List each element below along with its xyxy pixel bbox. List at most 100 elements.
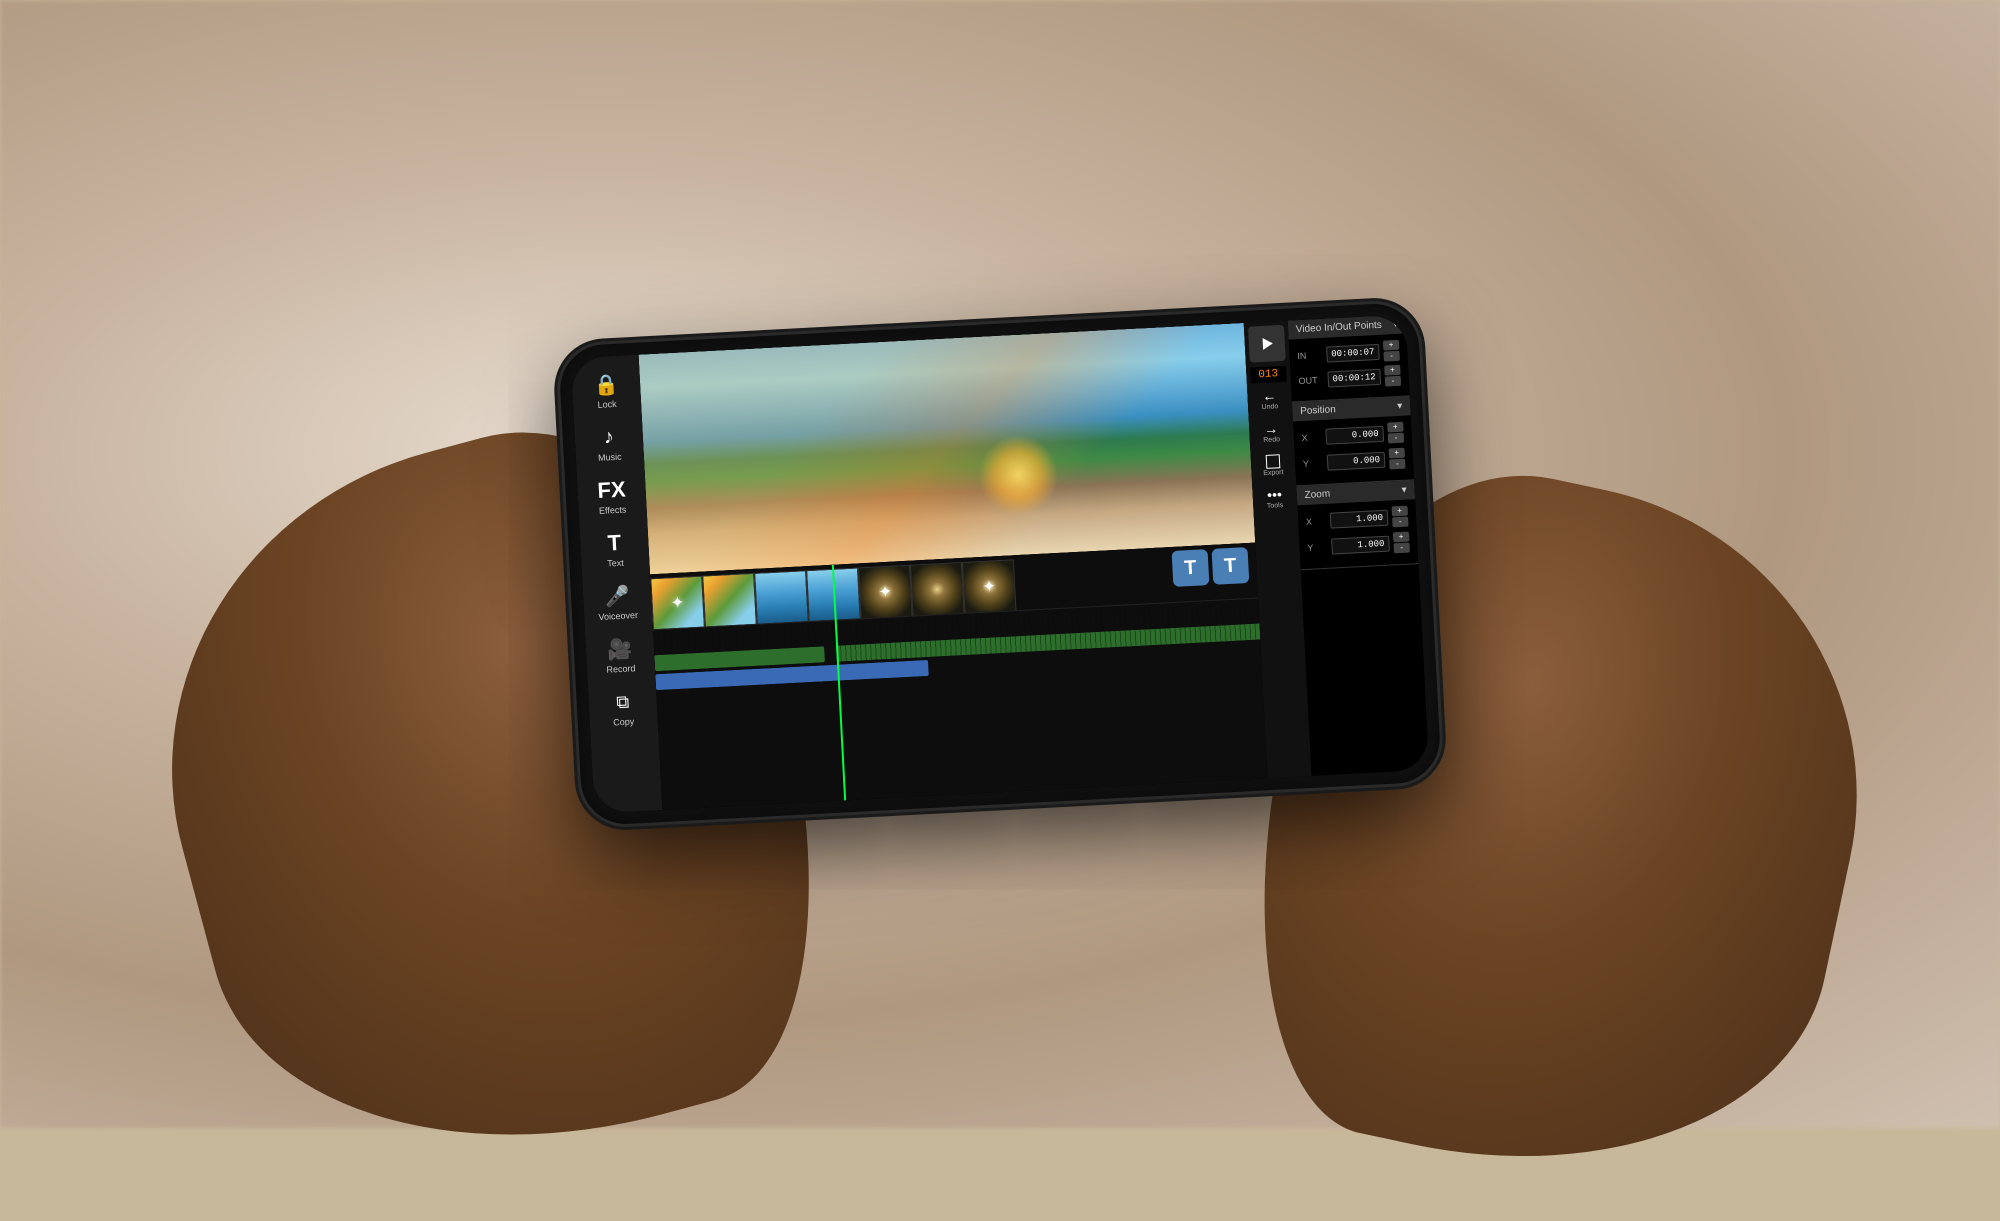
- pos-y-btn-group: + -: [1388, 448, 1405, 470]
- thumb-beach: ✦: [650, 576, 705, 631]
- in-label: IN: [1297, 349, 1322, 360]
- sidebar-item-lock[interactable]: 🔒 Lock: [571, 363, 642, 417]
- pos-y-increment-btn[interactable]: +: [1388, 448, 1405, 459]
- out-increment-btn[interactable]: +: [1384, 365, 1401, 376]
- undo-label: Undo: [1261, 403, 1278, 411]
- sparkle-2: ✦: [878, 582, 892, 603]
- thumb-bokeh-3: ✦: [962, 559, 1017, 614]
- sparkle-3: ✦: [982, 576, 996, 597]
- zoom-x-decrement-btn[interactable]: -: [1392, 517, 1409, 528]
- phone-screen: 🔒 Lock ♪ Music FX Effects T Text 🎤 Voice…: [571, 314, 1430, 813]
- zoom-content: X 1.000 + - Y 1.000 + -: [1297, 499, 1418, 569]
- properties-panel: Video In/Out Points IN 00:00:07 + -: [1287, 314, 1429, 776]
- zoom-chevron: [1401, 485, 1407, 496]
- export-button[interactable]: Export: [1254, 449, 1292, 483]
- pos-x-decrement-btn[interactable]: -: [1388, 433, 1405, 444]
- position-chevron: [1397, 401, 1403, 412]
- in-out-section: Video In/Out Points IN 00:00:07 + -: [1287, 314, 1409, 402]
- in-value[interactable]: 00:00:07: [1326, 343, 1380, 362]
- thumb-bokeh: ✦: [858, 565, 913, 620]
- thumb-sky: [754, 570, 809, 625]
- record-icon: 🎥: [605, 634, 634, 663]
- zoom-y-value[interactable]: 1.000: [1331, 535, 1390, 554]
- in-increment-btn[interactable]: +: [1383, 340, 1400, 351]
- play-button[interactable]: [1248, 325, 1286, 363]
- position-content: X 0.000 + - Y 0.000 + -: [1293, 415, 1414, 485]
- zoom-y-row: Y 1.000 + -: [1307, 532, 1410, 558]
- in-btn-group: + -: [1383, 340, 1400, 362]
- zoom-y-label: Y: [1307, 541, 1327, 552]
- position-y-row: Y 0.000 + -: [1302, 448, 1405, 474]
- thumb-bokeh-2: [910, 562, 965, 617]
- sidebar-item-text[interactable]: T Text: [579, 521, 650, 575]
- redo-label: Redo: [1263, 436, 1280, 444]
- in-out-title: Video In/Out Points: [1296, 320, 1382, 335]
- undo-icon: ←: [1262, 388, 1277, 403]
- tools-icon: •••: [1267, 487, 1282, 502]
- out-value[interactable]: 00:00:12: [1327, 368, 1381, 387]
- tools-button[interactable]: ••• Tools: [1256, 482, 1294, 516]
- thumb-beach-2: [702, 573, 757, 628]
- text-overlay-btn-1[interactable]: T: [1171, 549, 1209, 587]
- sidebar-label-copy: Copy: [613, 716, 635, 727]
- in-out-chevron: [1393, 319, 1399, 330]
- in-row: IN 00:00:07 + -: [1297, 340, 1400, 366]
- out-label: OUT: [1298, 374, 1323, 385]
- text-overlay-buttons: T T: [1171, 547, 1249, 587]
- zoom-x-label: X: [1306, 515, 1326, 526]
- zoom-title: Zoom: [1304, 489, 1330, 501]
- text-overlay-btn-2[interactable]: T: [1211, 547, 1249, 585]
- play-icon: [1262, 337, 1273, 350]
- out-decrement-btn[interactable]: -: [1385, 376, 1402, 387]
- sidebar-item-effects[interactable]: FX Effects: [577, 468, 648, 522]
- voiceover-icon: 🎤: [602, 581, 631, 610]
- undo-button[interactable]: ← Undo: [1251, 383, 1289, 417]
- zoom-x-row: X 1.000 + -: [1305, 506, 1408, 532]
- out-btn-group: + -: [1384, 365, 1401, 387]
- video-overlay: [639, 323, 1255, 574]
- sidebar-label-record: Record: [606, 663, 635, 675]
- video-preview: [639, 323, 1255, 574]
- main-content: ✦ ✦ ✦: [639, 323, 1268, 810]
- sidebar-item-voiceover[interactable]: 🎤 Voiceover: [582, 574, 653, 628]
- pos-y-decrement-btn[interactable]: -: [1389, 459, 1406, 470]
- right-section: 013 ← Undo → Redo Export •: [1243, 314, 1429, 778]
- sidebar-item-record[interactable]: 🎥 Record: [585, 627, 656, 681]
- zoom-section: Zoom X 1.000 + - Y: [1296, 480, 1418, 570]
- copy-icon: ⧉: [608, 687, 637, 716]
- redo-icon: →: [1264, 421, 1279, 436]
- position-x-row: X 0.000 + -: [1301, 422, 1404, 448]
- position-x-label: X: [1301, 432, 1321, 443]
- zoom-y-btn-group: + -: [1393, 532, 1410, 554]
- redo-button[interactable]: → Redo: [1252, 416, 1290, 450]
- music-icon: ♪: [594, 423, 623, 452]
- zoom-x-value[interactable]: 1.000: [1330, 509, 1389, 528]
- pos-x-btn-group: + -: [1387, 422, 1404, 444]
- sidebar-label-voiceover: Voiceover: [598, 610, 638, 622]
- in-out-content: IN 00:00:07 + - OUT 00:00:12 +: [1288, 333, 1409, 401]
- text-icon: T: [600, 528, 629, 557]
- position-y-label: Y: [1303, 457, 1323, 468]
- sidebar-label-lock: Lock: [597, 399, 617, 410]
- zoom-x-btn-group: + -: [1392, 506, 1409, 528]
- zoom-x-increment-btn[interactable]: +: [1392, 506, 1409, 517]
- sparkle-1: ✦: [670, 593, 684, 614]
- in-decrement-btn[interactable]: -: [1383, 351, 1400, 362]
- fx-icon: FX: [597, 476, 626, 505]
- sidebar-label-music: Music: [598, 452, 622, 463]
- sidebar-item-music[interactable]: ♪ Music: [574, 416, 645, 470]
- phone-device: 🔒 Lock ♪ Music FX Effects T Text 🎤 Voice…: [558, 302, 1442, 826]
- zoom-y-increment-btn[interactable]: +: [1393, 532, 1410, 543]
- tools-label: Tools: [1267, 502, 1284, 510]
- timeline: ✦ ✦ ✦: [650, 543, 1267, 810]
- zoom-y-decrement-btn[interactable]: -: [1393, 543, 1410, 554]
- sidebar-label-text: Text: [607, 558, 624, 569]
- lock-icon: 🔒: [591, 370, 620, 399]
- out-row: OUT 00:00:12 + -: [1298, 365, 1401, 391]
- position-y-value[interactable]: 0.000: [1326, 451, 1385, 470]
- position-title: Position: [1300, 404, 1336, 417]
- sidebar-item-copy[interactable]: ⧉ Copy: [588, 680, 659, 734]
- position-x-value[interactable]: 0.000: [1325, 425, 1384, 444]
- sidebar-label-effects: Effects: [599, 504, 627, 515]
- pos-x-increment-btn[interactable]: +: [1387, 422, 1404, 433]
